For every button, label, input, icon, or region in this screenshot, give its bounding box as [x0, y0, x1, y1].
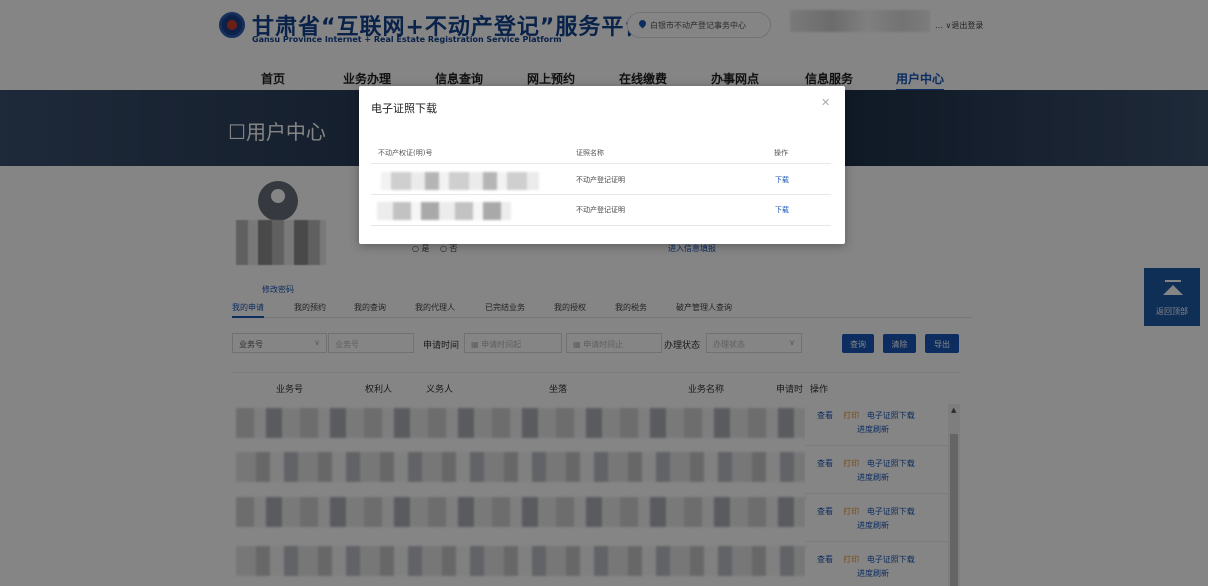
modal-cert-name: 不动产登记证明 — [576, 176, 625, 184]
modal-row-divider — [371, 225, 831, 226]
page: 甘肃省“互联网+不动产登记”服务平台 Gansu Province Intern… — [0, 0, 1208, 586]
cert-number-redacted — [381, 172, 539, 190]
modal-col-action: 操作 — [774, 149, 788, 157]
modal-cert-name: 不动产登记证明 — [576, 206, 625, 214]
modal-col-cert-no: 不动产权证(明)号 — [378, 149, 433, 157]
download-link[interactable]: 下载 — [775, 175, 789, 185]
modal-header-divider — [371, 163, 831, 164]
close-icon[interactable]: ✕ — [821, 96, 830, 109]
modal-col-cert-name: 证照名称 — [576, 149, 604, 157]
download-link[interactable]: 下载 — [775, 205, 789, 215]
modal-row-divider — [371, 194, 831, 195]
cert-download-modal: 电子证照下载 ✕ 不动产权证(明)号 证照名称 操作 不动产登记证明 下载 不动… — [359, 86, 845, 244]
cert-number-redacted — [377, 202, 511, 220]
modal-title: 电子证照下载 — [371, 102, 437, 115]
